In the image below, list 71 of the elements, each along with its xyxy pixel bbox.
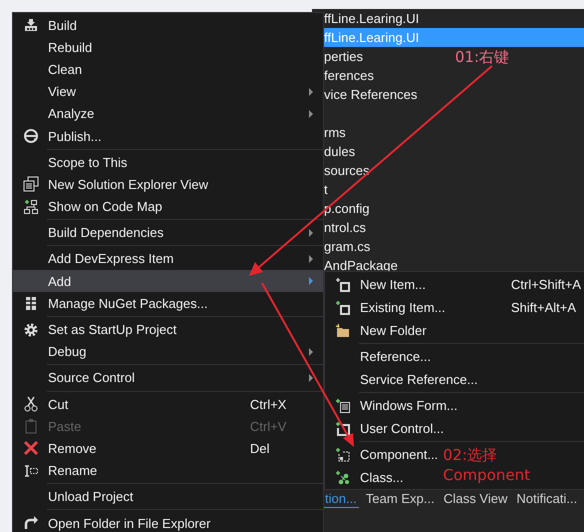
menu-item[interactable]: Open Folder in File Explorer bbox=[13, 512, 323, 532]
menu-item[interactable]: Unload Project bbox=[13, 486, 323, 508]
annotation-label: 01:右键 bbox=[455, 47, 510, 67]
folder-icon bbox=[334, 322, 350, 338]
add-item-icon bbox=[334, 300, 350, 316]
clipboard-icon bbox=[22, 418, 38, 434]
rename-icon bbox=[22, 462, 38, 479]
menu-item[interactable]: Analyze bbox=[13, 102, 323, 125]
cross-icon bbox=[22, 440, 38, 456]
menu-item[interactable]: Cut Ctrl+X bbox=[13, 393, 323, 416]
tree-item[interactable]: dules bbox=[324, 142, 356, 161]
menu-item[interactable]: View bbox=[13, 80, 323, 103]
tree-item[interactable]: vice References bbox=[324, 85, 418, 104]
tree-item[interactable]: ntrol.cs bbox=[324, 218, 366, 237]
menu-item[interactable]: Reference... bbox=[325, 345, 435, 368]
control-icon bbox=[334, 420, 350, 436]
menu-item[interactable]: Existing Item... Shift+Alt+A bbox=[325, 296, 584, 319]
refresh-arrow-icon bbox=[22, 515, 38, 532]
node-map-icon bbox=[22, 198, 38, 215]
build-icon bbox=[22, 17, 38, 34]
menu-item[interactable]: Remove Del bbox=[13, 437, 323, 460]
form-icon bbox=[334, 398, 350, 414]
submenu-arrow-icon bbox=[309, 88, 313, 96]
menu-item[interactable]: Service Reference... bbox=[325, 368, 482, 391]
menu-item[interactable]: Windows Form... bbox=[325, 394, 462, 417]
menu-item[interactable]: Build bbox=[13, 14, 323, 36]
menu-item[interactable]: Set as StartUp Project bbox=[13, 318, 323, 341]
menu-item[interactable]: New Folder bbox=[325, 319, 430, 342]
menu-item[interactable]: Manage NuGet Packages... bbox=[13, 292, 323, 314]
menu-item[interactable]: Add bbox=[13, 270, 323, 292]
tree-item[interactable]: sources bbox=[324, 161, 370, 180]
settings-icon bbox=[22, 322, 38, 338]
tree-item[interactable]: rms bbox=[324, 123, 346, 142]
menu-item[interactable]: Class... bbox=[325, 466, 408, 489]
submenu-arrow-icon bbox=[309, 254, 313, 263]
panel-tab[interactable]: Team Exp... bbox=[364, 490, 436, 508]
tree-item[interactable]: t bbox=[324, 180, 328, 199]
submenu-arrow-icon bbox=[309, 228, 313, 237]
tree-item[interactable]: perties bbox=[324, 47, 364, 66]
panel-tab[interactable]: Class View bbox=[441, 490, 510, 508]
scissors-icon bbox=[22, 396, 38, 412]
menu-item[interactable]: New Solution Explorer View bbox=[13, 173, 323, 196]
menu-item[interactable]: Scope to This bbox=[13, 151, 323, 174]
tree-item[interactable]: ferences bbox=[324, 66, 374, 85]
tree-item[interactable]: ffLine.Learing.UI bbox=[324, 9, 420, 28]
tree-item[interactable]: p.config bbox=[324, 199, 370, 218]
window-list-icon bbox=[22, 176, 38, 192]
menu-item[interactable]: Rename bbox=[13, 460, 323, 482]
menu-item[interactable]: User Control... bbox=[325, 417, 448, 440]
menu-item[interactable]: Debug bbox=[13, 340, 323, 363]
menu-item[interactable]: New Item... Ctrl+Shift+A bbox=[325, 273, 584, 296]
panel-tab[interactable]: Notificati... bbox=[514, 490, 580, 508]
menu-item[interactable]: Publish... bbox=[13, 124, 323, 148]
tree-item[interactable]: AndPackage bbox=[324, 256, 398, 275]
menu-item[interactable]: Show on Code Map bbox=[13, 196, 323, 218]
class-icon bbox=[334, 470, 350, 486]
submenu-arrow-icon bbox=[309, 374, 313, 382]
annotation-label: 02:选择 Component bbox=[443, 445, 530, 485]
menu-item[interactable]: Rebuild bbox=[13, 36, 323, 58]
submenu-arrow-icon bbox=[309, 110, 313, 118]
menu-item[interactable]: Build Dependencies bbox=[13, 222, 323, 244]
submenu-arrow-icon bbox=[309, 277, 313, 286]
menu-item[interactable]: Component... bbox=[325, 443, 442, 466]
component-icon bbox=[334, 446, 350, 462]
menu-item[interactable]: Add DevExpress Item bbox=[13, 248, 323, 270]
new-item-icon bbox=[334, 276, 350, 292]
globe-icon bbox=[22, 128, 38, 144]
menu-item[interactable]: Clean bbox=[13, 58, 323, 81]
tree-item[interactable]: gram.cs bbox=[324, 237, 370, 256]
submenu-arrow-icon bbox=[309, 348, 313, 356]
menu-item[interactable]: Source Control bbox=[13, 366, 323, 389]
